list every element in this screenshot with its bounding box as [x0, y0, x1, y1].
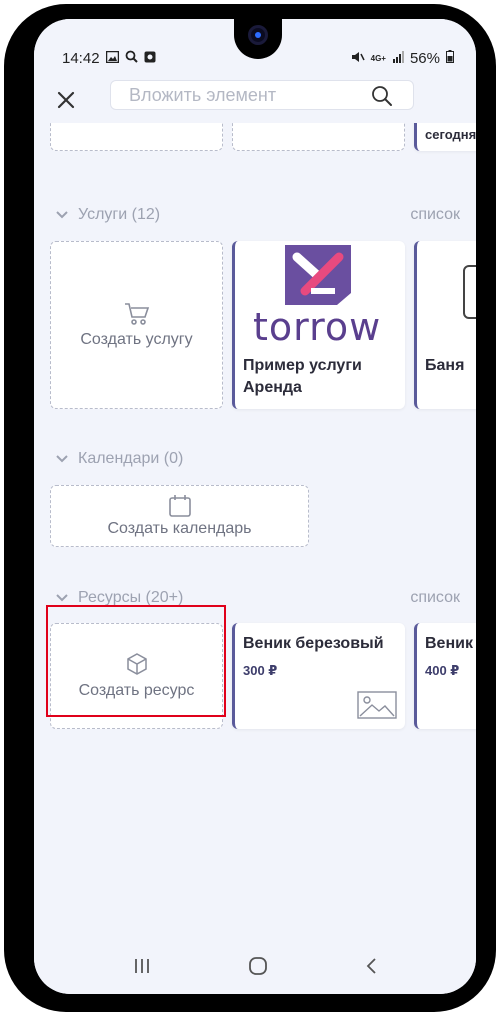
service-card-banya-title: Баня — [425, 357, 465, 374]
content-area: сегодня Услуги (12) список Создать услуг… — [34, 93, 476, 943]
resource-card-broom-title: Веник — [425, 635, 473, 652]
resource-card-birch-broom-price: 300 ₽ — [243, 663, 278, 678]
resource-card-birch-broom[interactable]: Веник березовый 300 ₽ — [232, 623, 405, 729]
chevron-down-icon — [56, 455, 68, 463]
search-input[interactable] — [129, 84, 349, 106]
calendar-icon — [168, 495, 191, 517]
close-button[interactable] — [54, 88, 78, 112]
signal-icon — [392, 50, 404, 66]
mute-icon — [351, 51, 365, 66]
service-image-placeholder-icon — [463, 265, 476, 319]
image-placeholder-icon — [357, 691, 397, 719]
chevron-down-icon — [56, 594, 68, 602]
service-card-rent-title: Пример услуги Аренда — [243, 357, 362, 396]
chevron-down-icon — [56, 211, 68, 219]
power-button — [486, 266, 496, 381]
torrow-logo-text: torrow — [253, 305, 382, 349]
volume-up-button — [4, 232, 14, 310]
service-card-rent[interactable]: torrow Пример услуги Аренда — [232, 241, 405, 409]
search-icon[interactable] — [371, 85, 393, 112]
home-icon — [249, 957, 267, 975]
create-service-label: Создать услугу — [80, 331, 193, 348]
status-time: 14:42 — [62, 49, 100, 67]
close-icon — [57, 91, 75, 109]
recent-apps-button[interactable] — [133, 958, 151, 979]
services-section-header[interactable]: Услуги (12) — [56, 206, 160, 224]
network-type: 4G+ — [370, 53, 386, 63]
app-notification-icon — [144, 51, 156, 66]
create-calendar-label: Создать календарь — [107, 520, 252, 537]
calendars-section-header[interactable]: Календари (0) — [56, 450, 183, 468]
phone-frame: 14:42 4G+ 56% Вложить элемент сегодня Ус… — [4, 4, 496, 1012]
volume-down-button — [4, 324, 14, 402]
create-calendar-card[interactable]: Создать календарь — [50, 485, 309, 547]
gallery-icon — [105, 50, 119, 66]
home-button[interactable] — [249, 957, 267, 980]
services-list-link[interactable]: список — [410, 206, 460, 224]
search-box[interactable] — [110, 80, 414, 110]
camera-icon — [248, 25, 268, 45]
cart-icon — [124, 303, 149, 325]
recent-apps-icon — [135, 959, 149, 973]
resource-card-birch-broom-title: Веник березовый — [243, 635, 384, 652]
partial-item-text: сегодня — [425, 127, 476, 142]
resources-list-link[interactable]: список — [410, 589, 460, 607]
resource-card-broom[interactable]: Веник 400 ₽ — [414, 623, 476, 729]
search-status-icon — [125, 50, 138, 66]
screen: 14:42 4G+ 56% Вложить элемент сегодня Ус… — [34, 19, 476, 994]
top-bar — [34, 77, 476, 123]
service-card-banya[interactable]: Баня — [414, 241, 476, 409]
back-icon — [366, 958, 376, 974]
battery-percent: 56% — [409, 49, 440, 67]
back-button[interactable] — [365, 957, 377, 980]
services-title: Услуги (12) — [78, 206, 161, 223]
system-nav-bar — [34, 943, 476, 994]
create-service-card[interactable]: Создать услугу — [50, 241, 223, 409]
selection-highlight — [46, 605, 226, 717]
battery-icon — [446, 50, 454, 66]
calendars-title: Календари (0) — [78, 450, 184, 467]
resource-card-broom-price: 400 ₽ — [425, 663, 460, 678]
torrow-logo-icon — [285, 245, 351, 305]
